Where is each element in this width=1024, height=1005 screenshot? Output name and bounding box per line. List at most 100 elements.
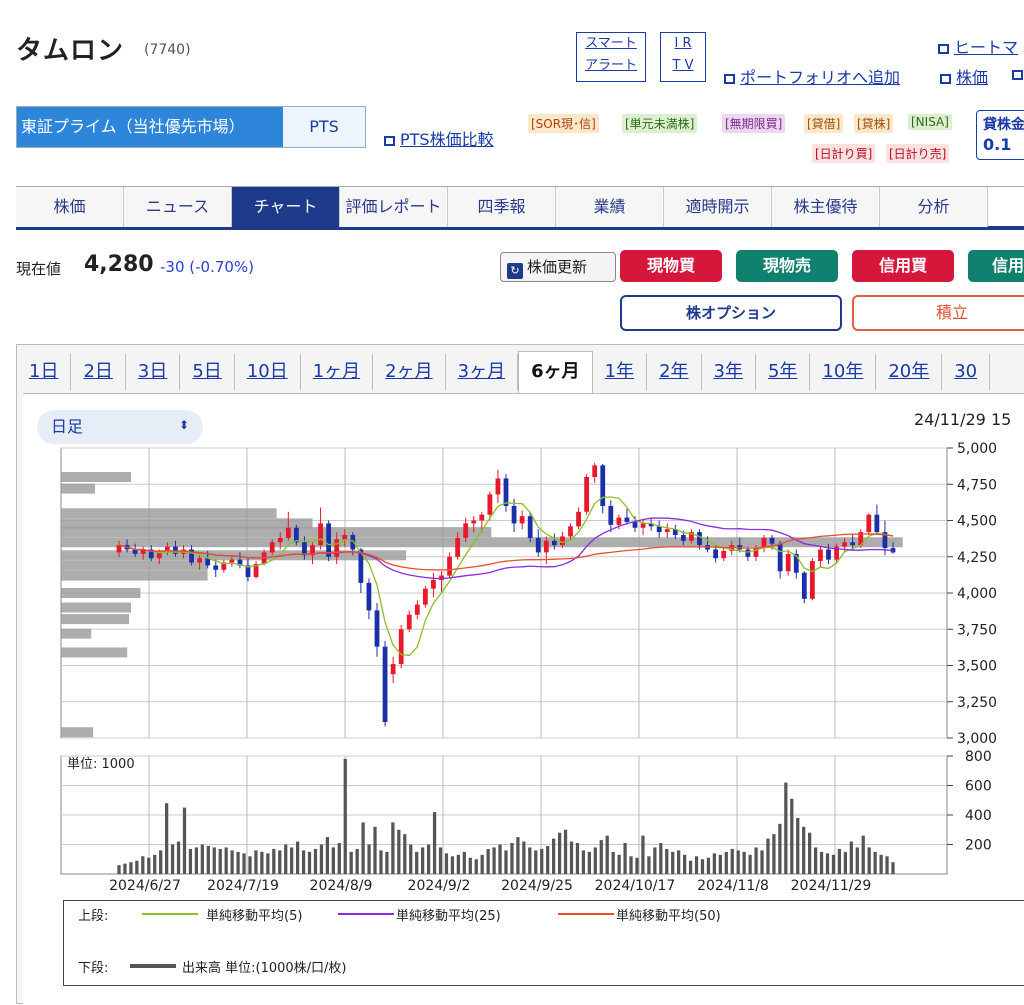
range-tab-6[interactable]: 2ヶ月 [373,354,446,390]
tab-8[interactable]: 分析 [880,187,988,227]
price-tick-label: 4,000 [957,586,997,602]
tab-5[interactable]: 業績 [556,187,664,227]
candle-body [285,527,291,538]
price-tick-label: 5,000 [957,441,997,457]
ir-tv-line1: I R [674,36,692,51]
volume-profile-bar [61,602,131,613]
volume-bar [313,848,318,874]
tag-tangen: [単元未満株] [622,114,698,133]
range-tab-9[interactable]: 1年 [593,354,648,390]
range-tab-13[interactable]: 10年 [810,354,877,390]
candle-body [374,610,380,647]
price-tick-label: 3,000 [957,731,997,747]
candle-body [850,542,856,546]
tab-2[interactable]: チャート [232,187,340,227]
range-tab-10[interactable]: 2年 [647,354,702,390]
candle-body [463,523,469,538]
market-selector[interactable]: 東証プライム（当社優先市場） PTS [16,106,366,148]
volume-bar [153,854,157,874]
range-tab-14[interactable]: 20年 [876,354,943,390]
candle-body [479,514,485,521]
candle-body [616,517,622,525]
market-option-pts[interactable]: PTS [283,107,365,147]
range-tab-2[interactable]: 3日 [126,354,181,390]
candle-body [116,545,122,553]
tag-nisa: [NISA] [908,114,952,130]
kabuka-link[interactable]: 株価 [940,64,988,88]
volume-bar [813,847,818,874]
candle-body [390,664,396,675]
volume-bar [188,848,193,874]
tag-taishaku: [貸借] [804,114,844,133]
lending-rate-box[interactable]: 貸株金 0.1 [976,110,1024,160]
range-tab-5[interactable]: 1ヶ月 [301,354,374,390]
margin-sell-button[interactable]: 信用 [968,250,1024,282]
volume-bar [665,848,669,874]
refresh-icon: ↻ [507,263,523,279]
volume-bar [182,807,187,874]
heatmap-link[interactable]: ヒートマ [938,34,1018,58]
candle-body [769,537,775,544]
stock-code: (7740) [144,42,191,58]
tsumitate-button[interactable]: 積立 [852,295,1024,331]
volume-bar [159,850,163,874]
range-tab-4[interactable]: 10日 [235,354,301,390]
volume-bar [712,853,717,874]
volume-bar [546,845,550,874]
legend-sma50-line [558,913,614,915]
volume-bar [409,844,413,874]
x-tick-label: 2024/8/9 [310,878,373,894]
cash-sell-button[interactable]: 現物売 [736,250,838,282]
volume-bar [528,847,532,874]
ir-tv-button[interactable]: I R T V [660,32,706,82]
x-tick-label: 2024/7/19 [207,878,279,894]
volume-profile-bar [61,727,94,738]
market-option-prime[interactable]: 東証プライム（当社優先市場） [17,107,283,147]
x-tick-label: 2024/9/25 [501,878,573,894]
volume-bar [724,851,728,874]
range-tab-7[interactable]: 3ヶ月 [446,354,519,390]
tab-6[interactable]: 適時開示 [664,187,772,227]
range-tab-3[interactable]: 5日 [180,354,235,390]
volume-bar [295,841,300,874]
volume-bar [343,758,347,874]
candle-body [132,549,138,554]
refresh-price-button[interactable]: ↻ 株価更新 [500,252,616,282]
volume-bar [391,822,395,874]
volume-profile-bar [61,588,141,598]
tab-0[interactable]: 株価 [16,187,124,227]
range-tab-15[interactable]: 30 [942,354,991,390]
cash-buy-button[interactable]: 現物買 [620,250,722,282]
tab-3[interactable]: 評価レポート [340,187,448,227]
volume-bar [194,847,199,874]
volume-bar [147,857,151,874]
margin-buy-button[interactable]: 信用買 [852,250,954,282]
more-link[interactable] [1012,64,1024,83]
candle-body [519,516,525,524]
stock-option-button[interactable]: 株オプション [620,295,842,331]
smart-alert-button[interactable]: スマート アラート [576,32,646,82]
tab-7[interactable]: 株主優待 [772,187,880,227]
range-tab-11[interactable]: 3年 [702,354,756,390]
candle-body [471,520,477,524]
range-tab-8[interactable]: 6ヶ月 [518,351,593,393]
volume-bar [575,843,580,874]
tab-4[interactable]: 四季報 [448,187,556,227]
range-tab-1[interactable]: 2日 [71,354,126,390]
volume-bar [557,832,562,874]
volume-bar [831,854,836,874]
pts-compare-link[interactable]: PTS株価比較 [384,126,494,150]
volume-bar [236,851,240,874]
candle-body [326,523,332,557]
portfolio-link[interactable]: ポートフォリオへ追加 [724,64,900,88]
volume-bar [855,847,859,874]
range-tab-0[interactable]: 1日 [17,354,72,390]
tag-kashikabu: [貸株] [854,114,894,133]
range-tab-12[interactable]: 5年 [756,354,811,390]
candle-body [592,465,598,477]
candle-body [608,506,614,525]
tab-1[interactable]: ニュース [124,187,232,227]
volume-bar [760,850,764,874]
candle-body [535,537,541,553]
candle-body [777,543,783,572]
